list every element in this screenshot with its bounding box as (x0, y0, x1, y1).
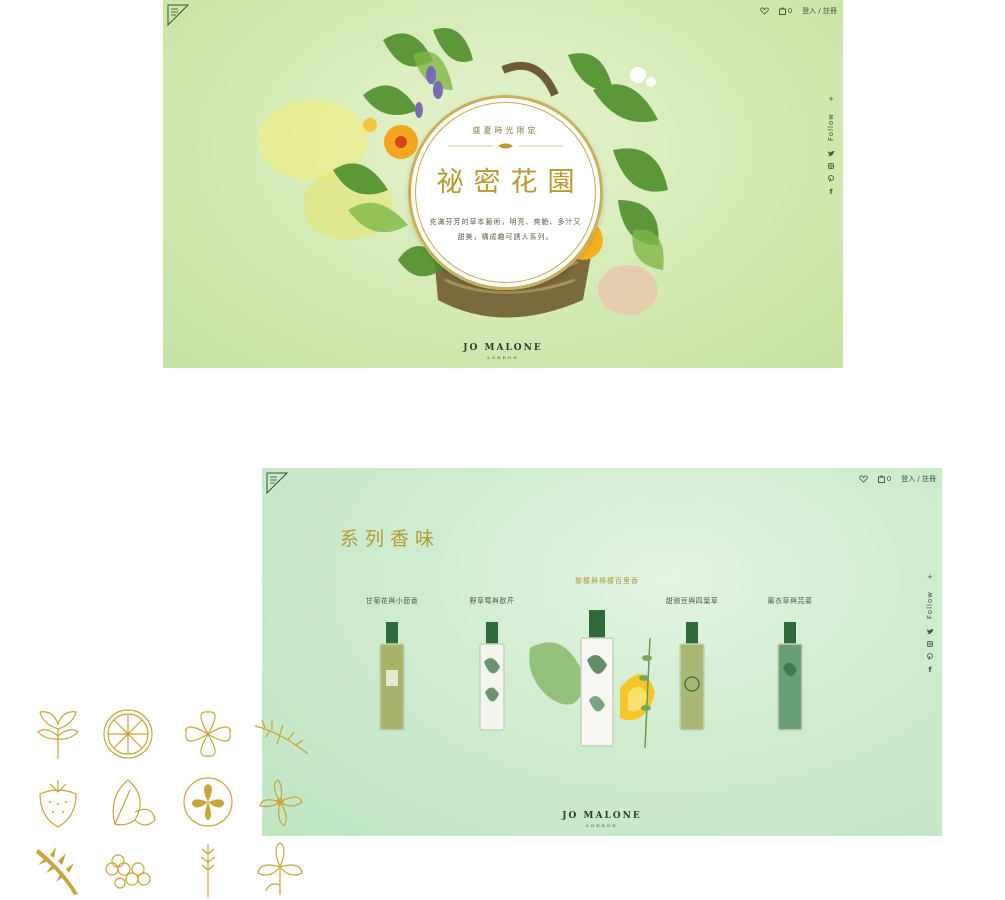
social-rail: + Follow f (924, 573, 936, 674)
product-card[interactable]: 甜豌豆與四葉草 (652, 596, 732, 732)
cologne-bottle (379, 622, 405, 731)
brand-city: London (487, 355, 519, 360)
cologne-bottle (580, 610, 614, 747)
cologne-bottle (479, 622, 505, 731)
facebook-icon[interactable]: f (829, 188, 832, 196)
lemon-slice-icon (103, 709, 153, 759)
hero-subtitle: 盛夏時光限定 (472, 126, 539, 135)
product-card[interactable]: 野草莓與歐芹 (452, 596, 532, 732)
top-nav: 0 登入 / 註冊 (760, 6, 837, 16)
cart-button[interactable]: 0 (877, 475, 892, 483)
lavender-sprig-icon (259, 779, 303, 827)
login-register-link[interactable]: 登入 / 註冊 (802, 6, 837, 16)
brand-name: Jo Malone (463, 343, 543, 353)
hero-title: 祕密花園 (436, 167, 585, 198)
hero-screenshot: 0 登入 / 註冊 + Follow f 盛夏時光限定 祕密花園 充滿芬芳的草本… (163, 0, 843, 368)
twitter-icon[interactable] (827, 150, 835, 157)
pinterest-icon[interactable] (828, 175, 834, 182)
fern-icon (36, 847, 78, 895)
brand-logo[interactable]: Jo Malone London (453, 343, 553, 360)
spinach-leaf-icon (112, 779, 156, 826)
product-card[interactable]: 甘菊花與小茴香 (352, 596, 432, 732)
pinterest-icon[interactable] (927, 653, 933, 660)
plus-icon: + (828, 95, 834, 103)
section-heading: 系列香味 (340, 528, 441, 550)
menu-icon (167, 4, 190, 27)
instagram-icon[interactable] (828, 163, 834, 169)
menu-icon (266, 472, 289, 495)
bag-icon (778, 7, 786, 15)
follow-label: Follow (827, 113, 835, 141)
menu-toggle-button[interactable] (167, 4, 190, 27)
collection-screenshot: 0 登入 / 註冊 + Follow f 系列香味 黎檬與檸檬百里香 甘菊花與小… (262, 468, 942, 836)
product-name: 野草莓與歐芹 (469, 597, 515, 605)
ornament-divider (448, 143, 563, 149)
cart-count: 0 (886, 475, 892, 483)
brand-name: Jo Malone (562, 811, 642, 821)
iris-icon (257, 842, 303, 895)
menu-toggle-button[interactable] (266, 472, 289, 495)
top-nav: 0 登入 / 註冊 (859, 474, 936, 484)
hero-medallion: 盛夏時光限定 祕密花園 充滿芬芳的草本藝術，明亮、爽脆、多汁又甜美，構成趣可誘人… (408, 95, 603, 290)
social-rail: + Follow f (825, 95, 837, 196)
cologne-bottle (777, 622, 803, 731)
product-name: 甘菊花與小茴香 (365, 597, 419, 605)
facebook-icon[interactable]: f (928, 666, 931, 674)
heart-icon[interactable] (760, 7, 769, 15)
hero-description: 充滿芬芳的草本藝術，明亮、爽脆、多汁又甜美，構成趣可誘人系列。 (429, 218, 582, 241)
product-name: 薰衣草與芫荽 (767, 597, 813, 605)
featured-product-label[interactable]: 黎檬與檸檬百里香 (562, 576, 652, 586)
brand-logo[interactable]: Jo Malone London (552, 811, 652, 828)
violet-flowers-icon (105, 854, 151, 889)
strawberry-icon (39, 780, 77, 828)
cart-count: 0 (787, 7, 793, 15)
cologne-bottle (679, 622, 705, 731)
heart-icon[interactable] (859, 475, 868, 483)
follow-label: Follow (926, 591, 934, 619)
product-card[interactable] (557, 610, 637, 748)
twitter-icon[interactable] (926, 628, 934, 635)
botanical-icon-grid (28, 704, 328, 897)
sweet-pea-icon (183, 777, 233, 827)
cart-button[interactable]: 0 (778, 7, 793, 15)
product-name: 甜豌豆與四葉草 (665, 597, 719, 605)
bag-icon (877, 475, 885, 483)
thyme-icon (254, 719, 309, 755)
plus-icon: + (927, 573, 933, 581)
wheat-icon (200, 844, 216, 897)
parsley-icon (37, 711, 79, 759)
clover-icon (185, 711, 231, 757)
login-register-link[interactable]: 登入 / 註冊 (901, 474, 936, 484)
instagram-icon[interactable] (927, 641, 933, 647)
product-card[interactable]: 薰衣草與芫荽 (750, 596, 830, 732)
brand-city: London (586, 823, 618, 828)
